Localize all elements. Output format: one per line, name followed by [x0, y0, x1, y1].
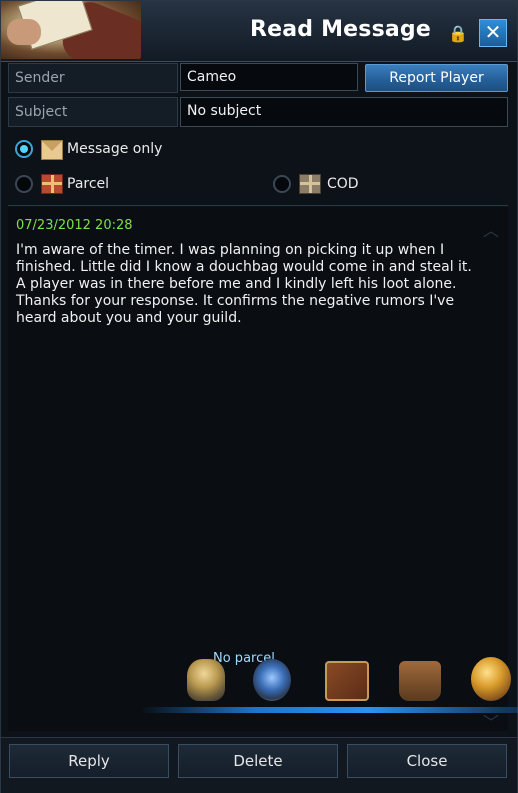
globe-icon[interactable] [471, 657, 511, 701]
sender-label: Sender [8, 63, 178, 93]
close-button[interactable]: Close [347, 744, 507, 778]
options-divider [8, 205, 508, 206]
reply-button[interactable]: Reply [9, 744, 169, 778]
title-bar[interactable]: Read Message 🔒 ✕ [1, 1, 517, 62]
book-icon[interactable] [325, 661, 369, 701]
subject-label: Subject [8, 97, 178, 127]
scroll-up-arrow-icon[interactable]: ︿ [481, 217, 501, 240]
parcel-label: Parcel [67, 176, 110, 192]
window-title: Read Message [249, 17, 431, 42]
message-body: I'm aware of the timer. I was planning o… [16, 242, 472, 326]
envelope-icon [41, 140, 63, 160]
parcel-radio[interactable] [15, 175, 33, 193]
parcel-glow-bar [141, 707, 518, 713]
cod-radio[interactable] [273, 175, 291, 193]
parcel-gift-icon [41, 174, 63, 194]
message-timestamp: 07/23/2012 20:28 [16, 218, 133, 233]
cod-gift-icon [299, 174, 321, 194]
read-message-window: Read Message 🔒 ✕ Sender Cameo Report Pla… [0, 0, 518, 793]
subject-field: No subject [180, 97, 508, 127]
message-only-label: Message only [67, 141, 163, 157]
delete-button[interactable]: Delete [178, 744, 338, 778]
lock-icon[interactable]: 🔒 [447, 23, 469, 45]
close-window-button[interactable]: ✕ [479, 19, 507, 47]
shield-icon[interactable] [253, 659, 291, 701]
letter-portrait-icon [1, 1, 141, 59]
helmet-icon[interactable] [187, 659, 225, 701]
message-only-radio[interactable] [15, 140, 33, 158]
cod-label: COD [327, 176, 359, 192]
bag-icon[interactable] [399, 661, 441, 701]
report-player-button[interactable]: Report Player [365, 64, 508, 92]
sender-field: Cameo [180, 63, 358, 91]
